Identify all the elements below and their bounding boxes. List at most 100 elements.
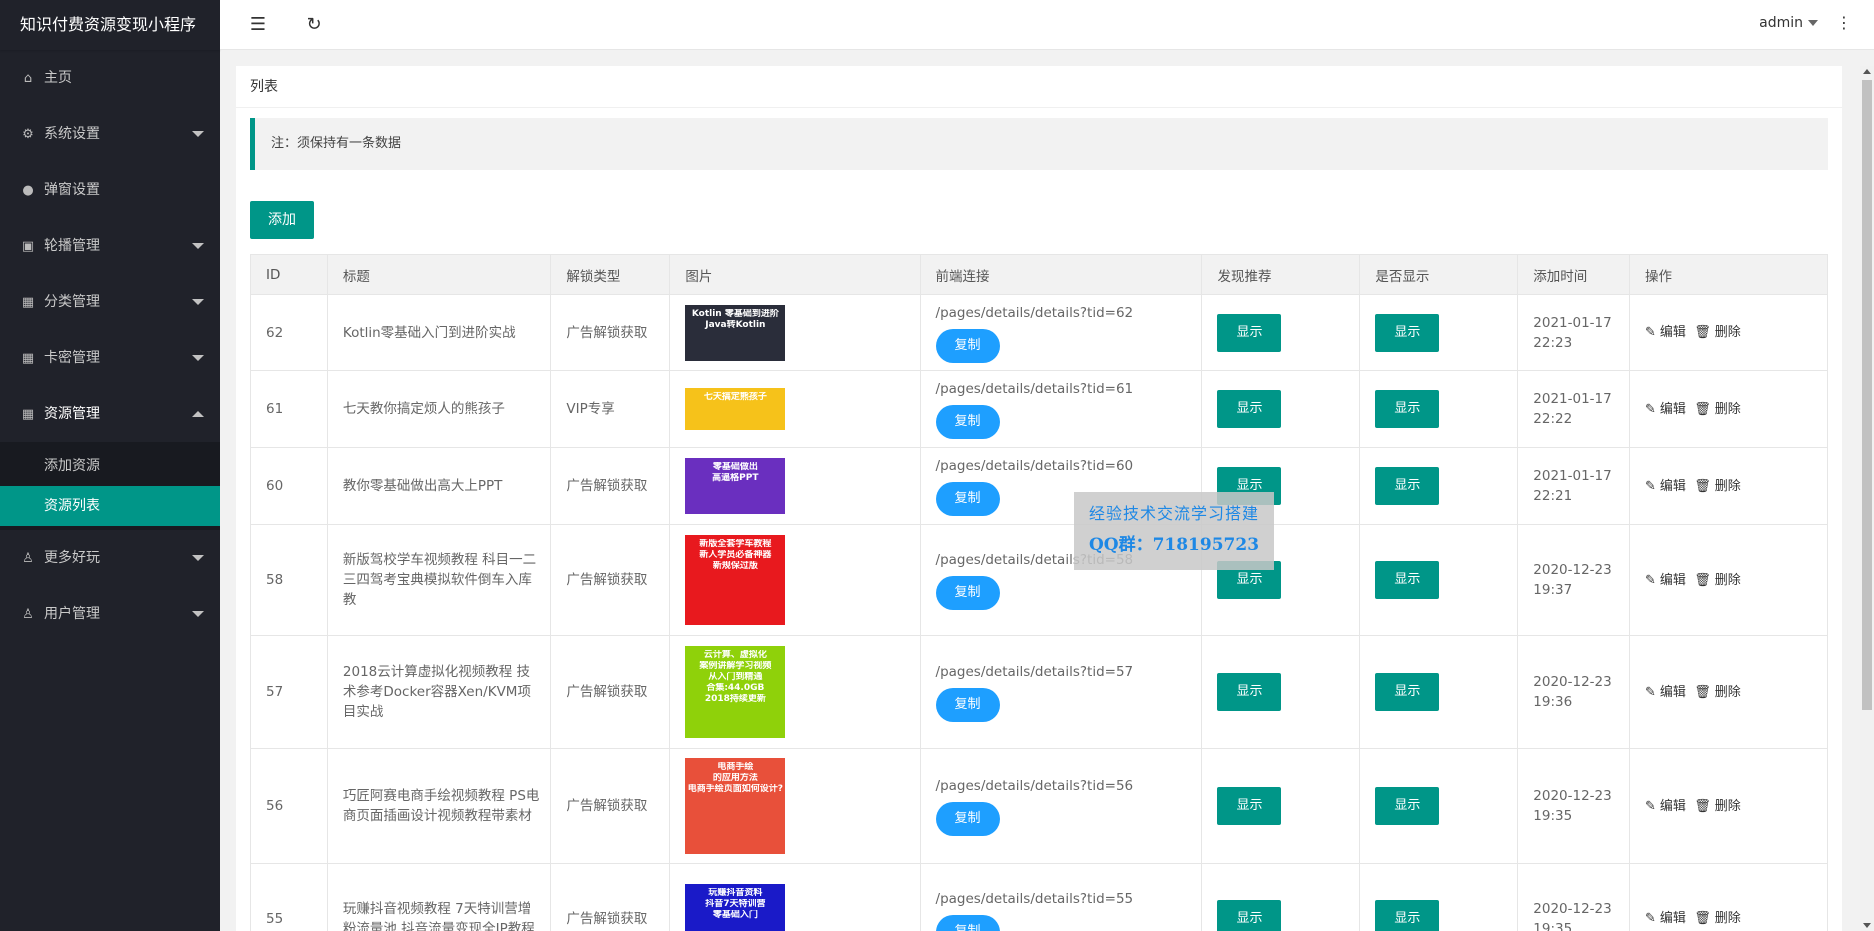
thumbnail-image[interactable]: 新版全套学车教程 新人学员必备神器 新规保过版 [685,535,786,625]
cell-image: 云计算、虚拟化 案例讲解学习视频 从入门到精通 合集:44.0GB 2018持续更新 [669,635,921,749]
cell-visible: 显示 [1359,447,1519,525]
edit-link[interactable]: ✎ 编辑 [1645,573,1690,588]
card-title: 列表 [236,66,1842,108]
table-header-row: ID 标题 解锁类型 图片 前端连接 发现推荐 是否显示 添加时间 操作 [250,254,1828,295]
col-header-recommend[interactable]: 发现推荐 [1201,254,1361,295]
delete-link[interactable]: 🗑 删除 [1694,799,1745,814]
edit-link[interactable]: ✎ 编辑 [1645,402,1690,417]
recommend-show-button[interactable]: 显示 [1217,899,1282,931]
menu-collapse-icon[interactable]: ☰ [246,13,270,37]
thumbnail-image[interactable]: 云计算、虚拟化 案例讲解学习视频 从入门到精通 合集:44.0GB 2018持续更新 [685,646,786,738]
recommend-show-button[interactable]: 显示 [1217,313,1282,352]
copy-button[interactable]: 复制 [935,914,1000,931]
col-header-id[interactable]: ID [250,254,328,295]
thumb-text: 新人学员必备神器 [699,550,772,560]
delete-link[interactable]: 🗑 删除 [1694,911,1745,926]
copy-button[interactable]: 复制 [935,405,1000,439]
col-header-visible[interactable]: 是否显示 [1359,254,1519,295]
copy-button[interactable]: 复制 [935,482,1000,516]
user-menu[interactable]: admin [1759,15,1818,31]
thumbnail-image[interactable]: Kotlin 零基础到进阶 Java转Kotlin [685,304,786,361]
cell-unlock: 广告解锁获取 [550,863,671,931]
sidebar-item-label: 资源管理 [44,406,100,422]
visible-show-button[interactable]: 显示 [1375,390,1440,428]
cell-actions: ✎ 编辑 🗑 删除 [1629,294,1828,371]
visible-show-button[interactable]: 显示 [1375,673,1440,711]
delete-link[interactable]: 🗑 删除 [1694,573,1745,588]
recommend-show-button[interactable]: 显示 [1217,673,1282,711]
recommend-show-button[interactable]: 显示 [1217,390,1282,428]
pencil-icon: ✎ [1645,325,1656,340]
col-header-unlock[interactable]: 解锁类型 [550,254,671,295]
sidebar-item-resources[interactable]: ▦ 资源管理 [0,386,220,442]
add-button[interactable]: 添加 [250,201,314,239]
thumbnail-image[interactable]: 零基础做出 高逼格PPT [685,458,786,514]
copy-button[interactable]: 复制 [935,688,1000,722]
edit-link[interactable]: ✎ 编辑 [1645,799,1690,814]
link-text: /pages/details/details?tid=57 [935,664,1134,680]
col-header-title[interactable]: 标题 [326,254,552,295]
edit-link[interactable]: ✎ 编辑 [1645,325,1690,340]
edit-label: 编辑 [1659,401,1686,417]
col-header-link[interactable]: 前端连接 [919,254,1203,295]
cell-link: /pages/details/details?tid=55 复制 [919,863,1203,931]
sidebar-item-label: 用户管理 [44,606,100,622]
chevron-down-icon [192,355,204,361]
sidebar-item-category[interactable]: ▦ 分类管理 [0,274,220,330]
cell-actions: ✎ 编辑 🗑 删除 [1629,524,1828,636]
visible-show-button[interactable]: 显示 [1375,467,1440,505]
user-icon: ♙ [22,607,34,622]
edit-link[interactable]: ✎ 编辑 [1645,479,1690,494]
visible-show-button[interactable]: 显示 [1375,787,1440,825]
thumbnail-image[interactable]: 电商手绘 的应用方法 电商手绘页面如何设计? [685,758,786,854]
sidebar-item-system-settings[interactable]: ⚙ 系统设置 [0,106,220,162]
sidebar-subitem-resource-list[interactable]: 资源列表 [0,486,220,526]
visible-show-button[interactable]: 显示 [1375,561,1440,599]
visible-show-button[interactable]: 显示 [1375,313,1440,352]
delete-link[interactable]: 🗑 删除 [1694,685,1745,700]
cell-image: 零基础做出 高逼格PPT [669,447,921,525]
sidebar-item-popup-settings[interactable]: ● 弹窗设置 [0,162,220,218]
page-scrollbar[interactable] [1860,66,1874,931]
refresh-icon[interactable]: ↻ [302,13,326,37]
more-vertical-icon[interactable]: ⋮ [1836,13,1852,32]
edit-link[interactable]: ✎ 编辑 [1645,685,1690,700]
edit-link[interactable]: ✎ 编辑 [1645,911,1690,926]
pencil-icon: ✎ [1645,572,1656,588]
trash-icon: 🗑 [1694,325,1711,340]
scrollbar-thumb[interactable] [1862,80,1872,710]
cell-time: 2021-01-17 22:23 [1517,294,1631,371]
visible-show-button[interactable]: 显示 [1375,899,1440,931]
sidebar-item-card-key[interactable]: ▦ 卡密管理 [0,330,220,386]
delete-link[interactable]: 🗑 删除 [1694,325,1745,340]
scroll-down-icon[interactable] [1863,923,1871,928]
thumbnail-image[interactable]: 玩赚抖音资料 抖音7天特训营 零基础入门 [685,883,786,931]
sidebar-item-users[interactable]: ♙ 用户管理 [0,586,220,642]
delete-link[interactable]: 🗑 删除 [1694,479,1745,494]
sidebar-item-label: 分类管理 [44,294,100,310]
sidebar-item-home[interactable]: ⌂ 主页 [0,50,220,106]
copy-button[interactable]: 复制 [935,576,1000,610]
copy-button[interactable]: 复制 [935,328,1000,363]
table-row: 58 新版驾校学车视频教程 科目一二三四驾考宝典模拟软件倒车入库教 广告解锁获取 新版… [250,524,1828,636]
cell-actions: ✎ 编辑 🗑 删除 [1629,370,1828,448]
col-header-actions[interactable]: 操作 [1629,254,1828,295]
copy-button[interactable]: 复制 [935,802,1000,836]
thumb-text: 的应用方法 [712,773,758,783]
sidebar-item-more-fun[interactable]: ♙ 更多好玩 [0,530,220,586]
col-header-image[interactable]: 图片 [669,254,921,295]
cell-title: 七天教你搞定烦人的熊孩子 [326,370,552,448]
recommend-show-button[interactable]: 显示 [1217,787,1282,825]
delete-label: 删除 [1714,684,1741,700]
cell-unlock: 广告解锁获取 [550,294,671,371]
col-header-time[interactable]: 添加时间 [1517,254,1631,295]
cell-id: 61 [250,370,328,448]
cell-actions: ✎ 编辑 🗑 删除 [1629,635,1828,749]
delete-link[interactable]: 🗑 删除 [1694,402,1745,417]
sidebar-subitem-add-resource[interactable]: 添加资源 [0,446,220,486]
cell-visible: 显示 [1359,748,1519,864]
scroll-up-icon[interactable] [1863,69,1871,74]
sidebar-item-carousel[interactable]: ▣ 轮播管理 [0,218,220,274]
thumb-text: 电商手绘页面如何设计? [687,784,783,794]
thumbnail-image[interactable]: 七天搞定熊孩子 [685,388,786,430]
